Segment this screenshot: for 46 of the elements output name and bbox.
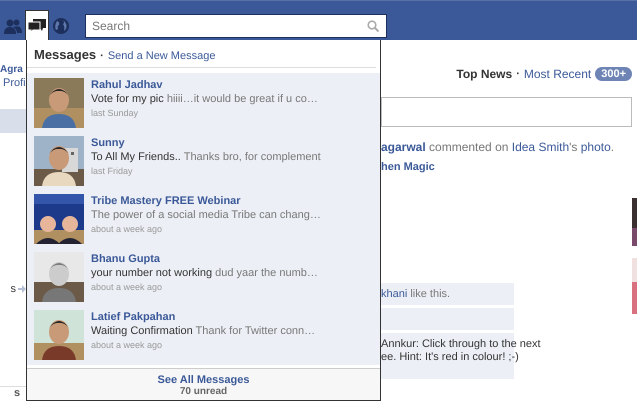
profile-name[interactable]: Agra [0,64,26,75]
search-icon[interactable] [367,20,379,32]
message-time: about a week ago [91,282,164,292]
search-field[interactable]: Search [85,14,387,38]
message-preview: your number not working dud yaar the numb… [91,267,318,279]
see-all-messages-link[interactable]: See All Messages [158,374,250,386]
sidebar-highlight [0,109,26,133]
message-preview: To All My Friends.. Thanks bro, for complement [91,151,321,163]
message-thread[interactable]: Latief Pakpahan Waiting Confirmation Thank for Twitter conn… about a week ago [27,307,380,365]
new-message-link[interactable]: Send a New Message [108,50,216,62]
message-preview: The power of a social media Tribe can chang… [91,209,321,221]
separator-dot: · [516,68,520,80]
message-time: about a week ago [91,224,164,234]
sender-name[interactable]: Tribe Mastery FREE Webinar [91,195,321,207]
globe-icon [53,18,69,34]
sender-name[interactable]: Bhanu Gupta [91,253,318,265]
sender-name[interactable]: Latief Pakpahan [91,311,316,323]
sidebar-item[interactable]: s [10,283,16,295]
sender-name[interactable]: Sunny [91,137,321,149]
sender-name[interactable]: Rahul Jadhav [91,79,318,91]
message-thread[interactable]: Bhanu Gupta your number not working dud yaar the numb… about a week ago [27,249,380,307]
speech-bubbles-icon [28,18,46,34]
messages-button[interactable] [25,10,49,40]
likes-text: khani like this. [381,288,450,300]
comment-text: Annkur: Click through to the next ee. Hint: It's red in colour! ;-) [381,338,541,364]
messages-title: Messages [34,47,96,62]
message-thread[interactable]: Tribe Mastery FREE Webinar The power of a social media Tribe can chang… about a week ago [27,191,380,249]
feed-tab[interactable]: Top News [456,67,512,81]
message-preview: Vote for my pic hiiii…it would be great if u co… [91,93,318,105]
message-time: last Friday [91,166,134,176]
story-text: agarwal commented on Idea Smith's photo. [381,140,616,154]
arrow-icon [18,285,26,293]
status-field[interactable] [381,97,632,127]
count-badge: 300+ [595,67,632,81]
message-thread[interactable]: Sunny To All My Friends.. Thanks bro, for complement last Friday [27,133,380,191]
people-icon [4,18,22,34]
sidebar-item[interactable]: s [14,387,26,399]
profile-link[interactable]: Profi [3,77,26,89]
separator-dot: · [100,50,104,62]
message-thread[interactable]: Rahul Jadhav Vote for my pic hiiii…it would be great if u co… last Sunday [27,75,380,133]
message-preview: Waiting Confirmation Thank for Twitter conn… [91,325,316,337]
message-time: last Sunday [91,108,140,118]
story-title[interactable]: hen Magic [381,161,435,173]
feed-tab[interactable]: Most Recent [524,67,592,81]
unread-count: 70 unread [180,386,228,397]
message-time: about a week ago [91,340,164,350]
